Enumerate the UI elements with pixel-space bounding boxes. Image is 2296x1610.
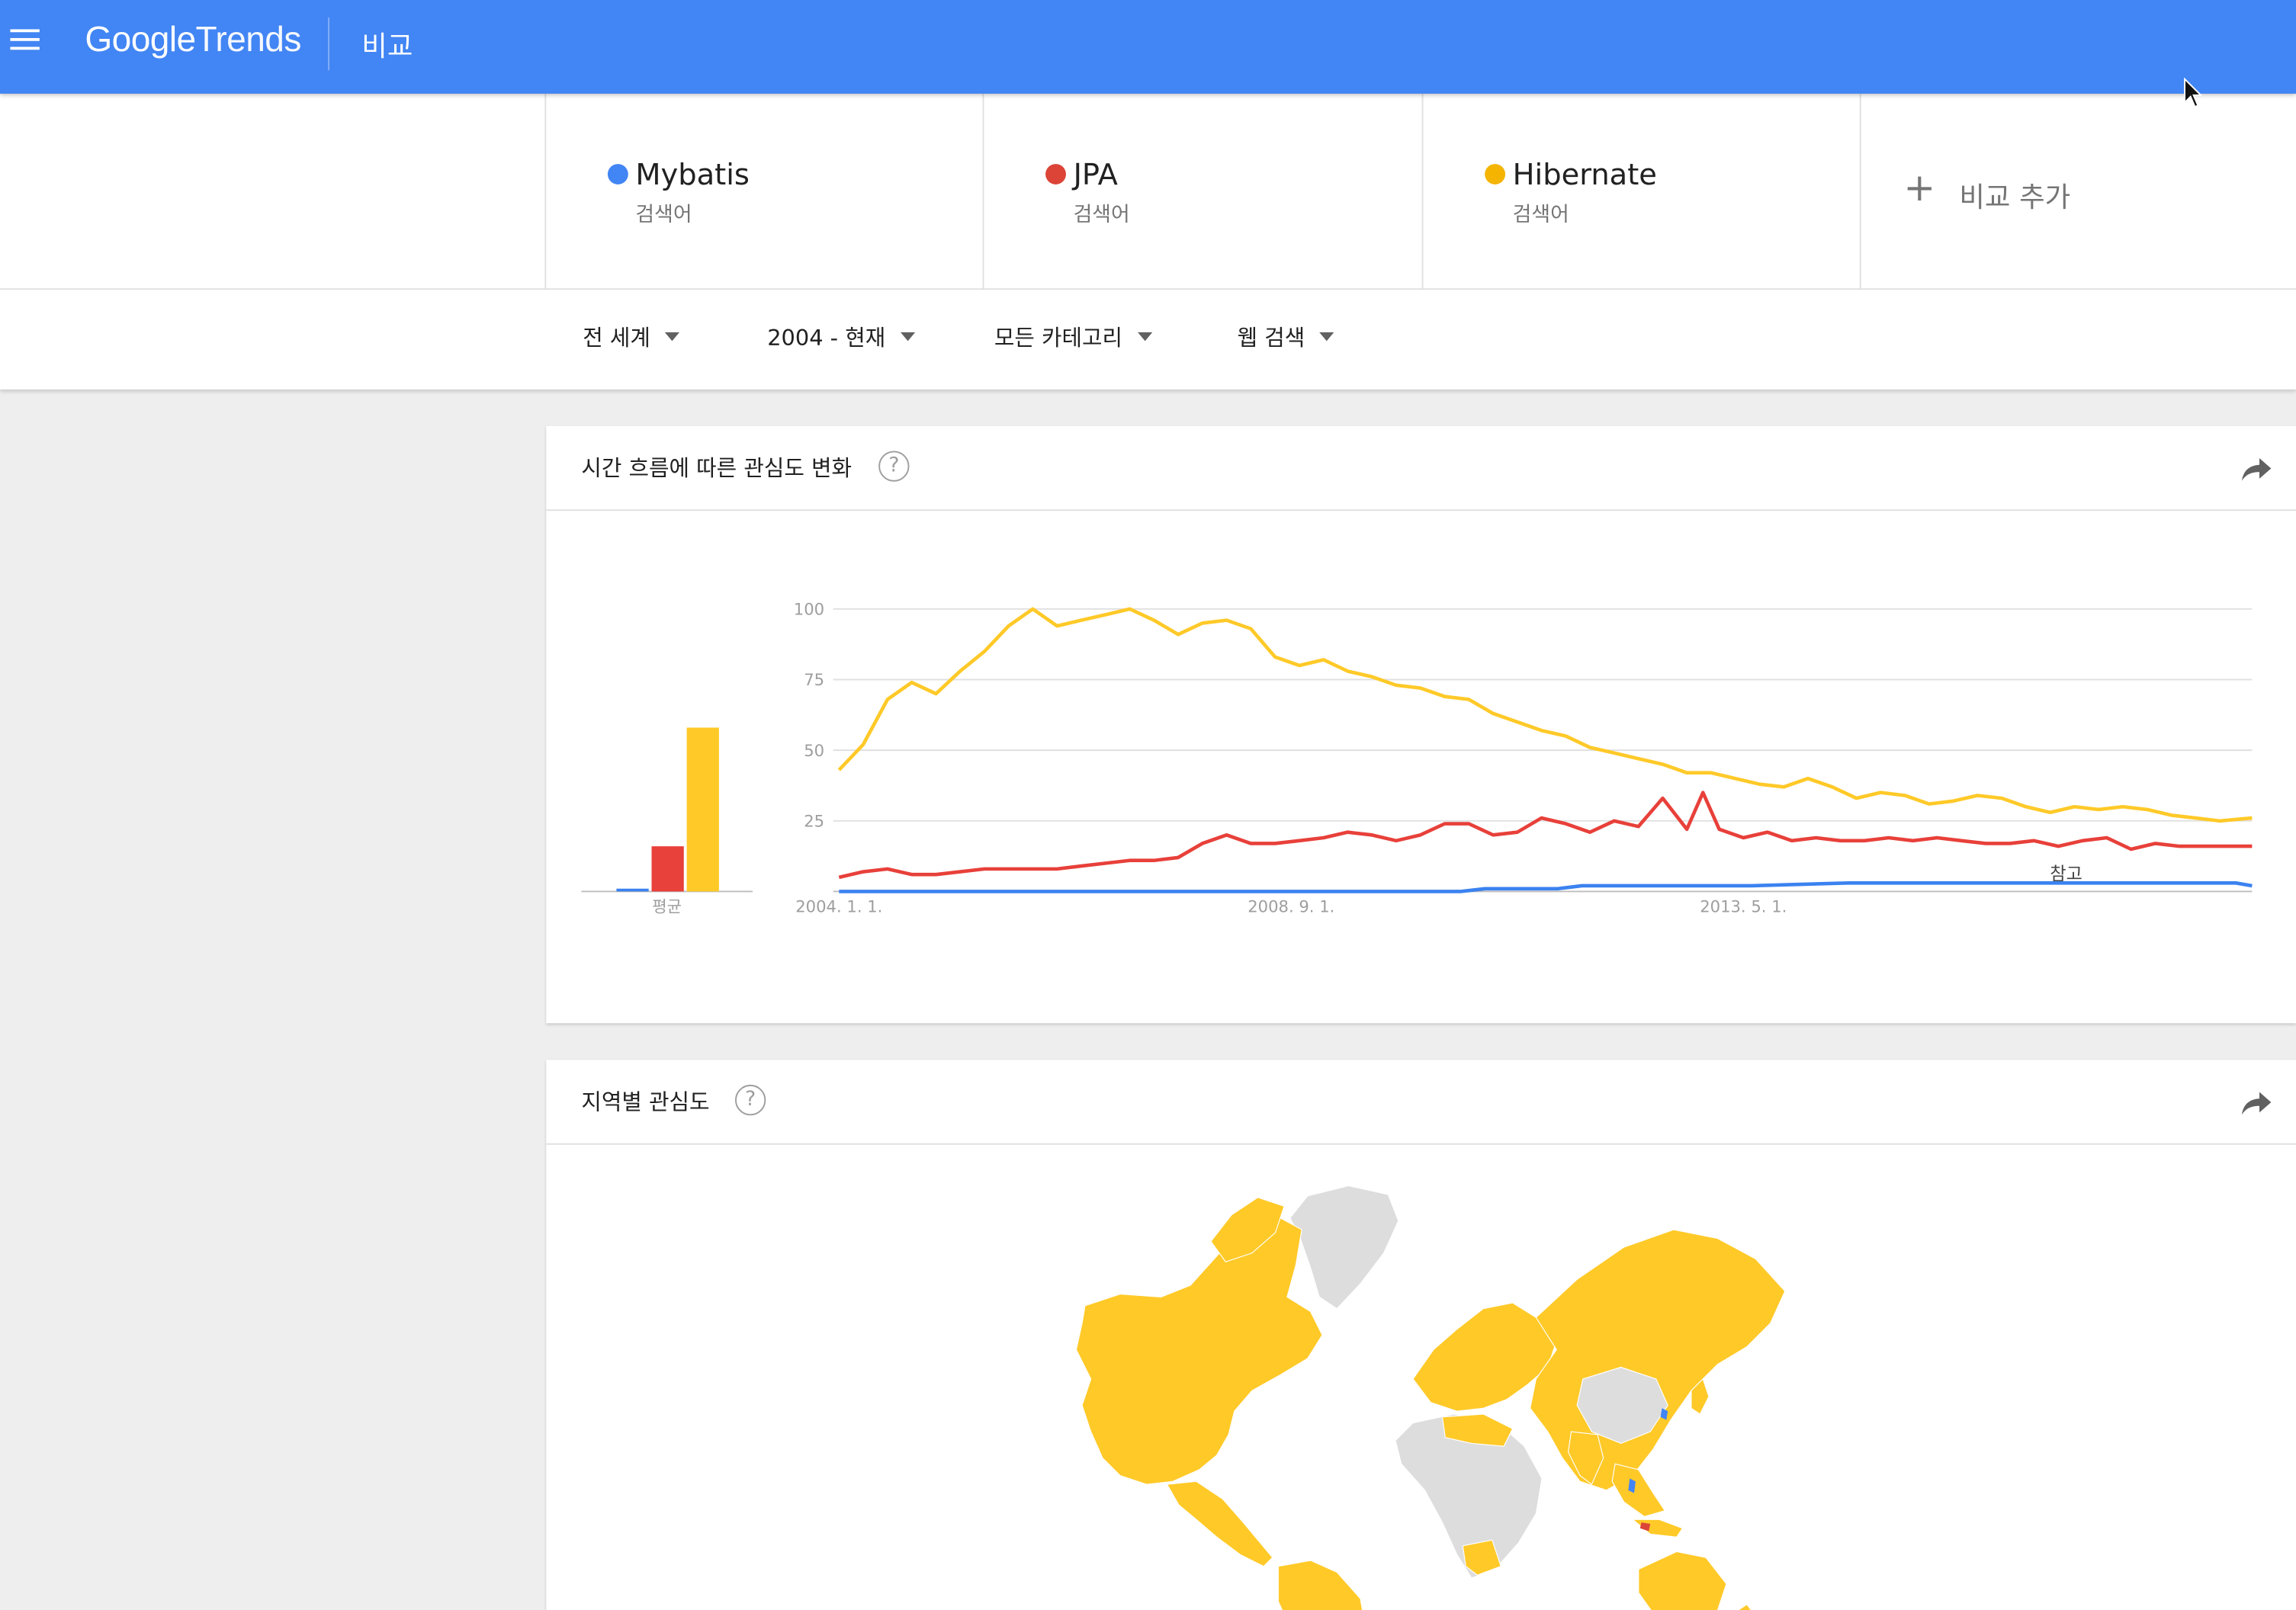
region-dropdown[interactable]: 전 세계 (583, 322, 680, 352)
chevron-down-icon (665, 331, 680, 341)
chevron-down-icon (900, 331, 915, 341)
share-icon[interactable] (2240, 1088, 2272, 1117)
series-line-mybatis[interactable] (839, 881, 2253, 893)
term-name: Hibernate (1512, 156, 1657, 192)
average-label: 평균 (652, 896, 682, 916)
term-type: 검색어 (635, 203, 692, 227)
add-compare-button[interactable]: + 비교 추가 (1859, 93, 2296, 290)
series-line-hibernate[interactable] (837, 607, 2253, 823)
chevron-down-icon (1319, 331, 1334, 341)
term-card-mybatis[interactable]: Mybatis 검색어 (544, 93, 984, 290)
term-card-jpa[interactable]: JPA 검색어 (982, 93, 1422, 290)
term-name: JPA (1073, 156, 1118, 192)
x-tick-label: 2008. 9. 1. (1248, 896, 1334, 916)
x-tick-label: 2013. 5. 1. (1700, 896, 1787, 916)
plus-icon: + (1903, 166, 1936, 211)
term-color-dot (1485, 164, 1506, 184)
menu-icon[interactable] (10, 29, 40, 53)
help-icon[interactable]: ? (878, 451, 910, 482)
app-header: GoogleTrends 비교 (0, 0, 2296, 108)
y-tick-label: 75 (804, 670, 824, 689)
help-icon[interactable]: ? (734, 1084, 766, 1116)
y-tick-label: 100 (794, 600, 824, 619)
chart-labels: 100 75 50 25 2004. 1. 1. 2008. 9. 1. 2013. 5. … (652, 600, 1787, 916)
map-region-southeast-asia[interactable] (1611, 1463, 1666, 1518)
series-line-jpa[interactable] (838, 791, 2253, 880)
mouse-cursor-icon (2184, 77, 2203, 108)
term-name: Mybatis (635, 156, 750, 192)
region-dropdown-label: 전 세계 (583, 325, 650, 351)
search-type-dropdown[interactable]: 웹 검색 (1238, 322, 1334, 352)
map-region-greenland[interactable] (1289, 1185, 1399, 1310)
average-bars (581, 727, 753, 893)
filter-bar: 전 세계 2004 - 현재 모든 카테고리 웹 검색 (0, 290, 2296, 390)
header-divider (328, 18, 330, 71)
average-bar-hibernate[interactable] (686, 727, 719, 892)
map-region-south-america[interactable] (1277, 1560, 1366, 1610)
map-region-malaysia-highlight[interactable] (1639, 1522, 1651, 1531)
average-bar-mybatis[interactable] (616, 888, 649, 892)
map-region-central-america[interactable] (1166, 1480, 1273, 1567)
share-icon[interactable] (2240, 454, 2272, 483)
interest-by-region-title: 지역별 관심도 (581, 1089, 710, 1116)
interest-over-time-header: 시간 흐름에 따른 관심도 변화 ? (546, 426, 2296, 512)
logo-google-text: Google (85, 20, 196, 60)
world-map (1075, 1185, 1786, 1610)
category-dropdown-label: 모든 카테고리 (994, 325, 1123, 351)
google-trends-logo[interactable]: GoogleTrends (85, 20, 302, 62)
term-card-hibernate[interactable]: Hibernate 검색어 (1421, 93, 1861, 290)
chart-grid (833, 608, 2253, 893)
map-region-new-zealand[interactable] (1737, 1603, 1755, 1610)
x-tick-label: 2004. 1. 1. (795, 896, 882, 916)
compare-terms-bar: Mybatis 검색어 JPA 검색어 Hibernate 검색어 + 비교 추… (0, 93, 2296, 290)
term-type: 검색어 (1512, 203, 1569, 227)
map-region-north-america[interactable] (1075, 1211, 1323, 1485)
category-dropdown[interactable]: 모든 카테고리 (994, 322, 1152, 352)
add-compare-label: 비교 추가 (1959, 181, 2071, 214)
y-tick-label: 50 (804, 741, 824, 760)
page-title: 비교 (361, 30, 413, 63)
interest-over-time-title: 시간 흐름에 따른 관심도 변화 (581, 455, 853, 482)
interest-over-time-chart: 100 75 50 25 2004. 1. 1. 2008. 9. 1. 2013. 5. … (581, 600, 2253, 916)
search-type-dropdown-label: 웹 검색 (1237, 325, 1305, 351)
map-region-australia[interactable] (1638, 1551, 1727, 1610)
term-type: 검색어 (1073, 203, 1130, 227)
interest-over-time-card: 시간 흐름에 따른 관심도 변화 ? 100 75 50 25 2004. 1. 1. 2… (546, 425, 2296, 1024)
note-label[interactable]: 참고 (2050, 864, 2082, 884)
chevron-down-icon (1137, 331, 1152, 341)
y-tick-label: 25 (804, 811, 824, 830)
interest-by-region-card: 지역별 관심도 ? (546, 1060, 2296, 1610)
term-color-dot (607, 164, 628, 184)
term-color-dot (1045, 164, 1066, 184)
average-bar-jpa[interactable] (651, 846, 684, 892)
logo-trends-text: Trends (195, 20, 302, 60)
interest-by-region-header: 지역별 관심도 ? (546, 1060, 2296, 1145)
period-dropdown[interactable]: 2004 - 현재 (767, 322, 915, 352)
period-dropdown-label: 2004 - 현재 (767, 325, 886, 351)
